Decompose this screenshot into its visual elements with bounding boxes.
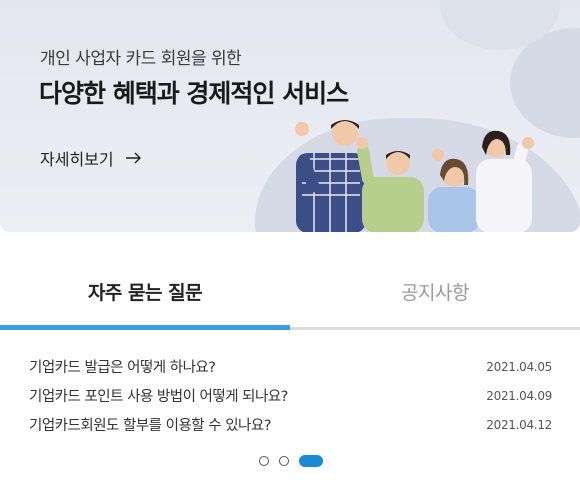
faq-question: 기업카드 발급은 어떻게 하나요?	[29, 360, 216, 376]
banner-title: 다양한 혜택과 경제적인 서비스	[39, 79, 349, 108]
active-tab-indicator	[0, 325, 290, 330]
pagination	[0, 455, 580, 467]
more-details-label: 자세히보기	[40, 150, 114, 169]
person-figure	[476, 130, 534, 232]
banner-subtitle: 개인 사업자 카드 회원을 위한	[40, 49, 242, 69]
faq-item[interactable]: 기업카드회원도 할부를 이용할 수 있나요? 2021.04.12	[0, 410, 580, 439]
page-dot-2[interactable]	[279, 456, 289, 466]
faq-list: 기업카드 발급은 어떻게 하나요? 2021.04.05 기업카드 포인트 사용…	[0, 352, 580, 439]
tab-notice[interactable]: 공지사항	[290, 253, 580, 330]
person-figure	[295, 120, 366, 232]
more-details-link[interactable]: 자세히보기	[40, 146, 142, 170]
tab-bar: 자주 묻는 질문 공지사항	[0, 253, 580, 330]
faq-date: 2021.04.05	[486, 359, 552, 374]
arrow-right-icon	[125, 152, 141, 164]
person-figure	[356, 137, 424, 232]
tab-faq[interactable]: 자주 묻는 질문	[0, 253, 290, 330]
page-dot-3-active[interactable]	[299, 455, 323, 467]
faq-date: 2021.04.09	[486, 388, 552, 403]
faq-question: 기업카드 포인트 사용 방법이 어떻게 되나요?	[29, 389, 288, 405]
faq-date: 2021.04.12	[486, 417, 552, 432]
faq-item[interactable]: 기업카드 발급은 어떻게 하나요? 2021.04.05	[0, 352, 580, 381]
person-figure	[428, 149, 480, 232]
faq-item[interactable]: 기업카드 포인트 사용 방법이 어떻게 되나요? 2021.04.09	[0, 381, 580, 410]
people-illustration	[295, 120, 534, 232]
promo-banner[interactable]: 개인 사업자 카드 회원을 위한 다양한 혜택과 경제적인 서비스 자세히보기	[0, 0, 580, 232]
faq-question: 기업카드회원도 할부를 이용할 수 있나요?	[29, 418, 271, 434]
page-dot-1[interactable]	[259, 456, 269, 466]
